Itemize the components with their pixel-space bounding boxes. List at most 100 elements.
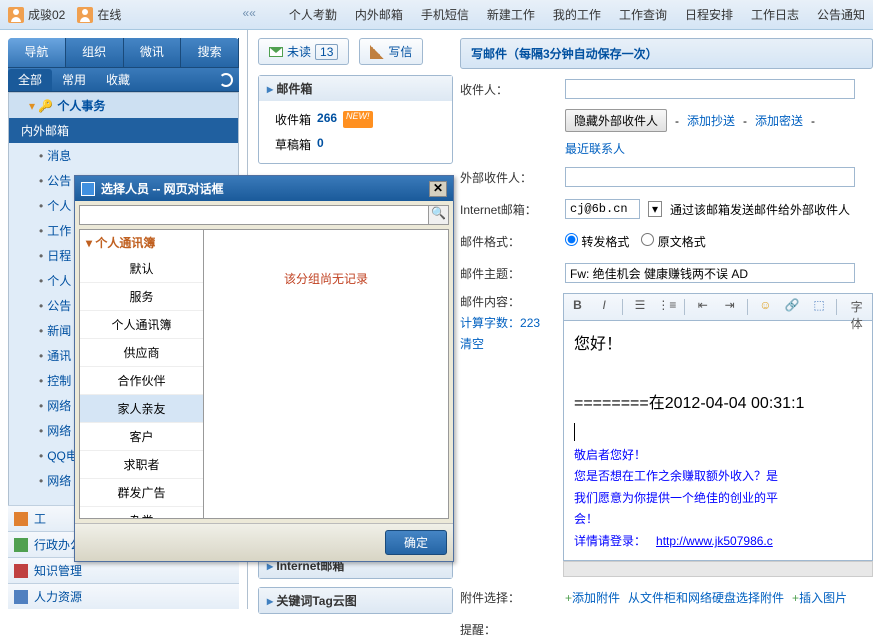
nav-schedule[interactable]: 日程安排: [685, 6, 733, 23]
dialog-titlebar[interactable]: 选择人员 -- 网页对话框 ✕: [75, 176, 453, 201]
subtab-common[interactable]: 常用: [52, 69, 96, 91]
nav-announce[interactable]: 公告通知: [817, 6, 865, 23]
tab-nav[interactable]: 导航: [8, 38, 66, 67]
unread-button[interactable]: 未读 13: [258, 38, 349, 65]
word-count-link[interactable]: 计算字数：: [460, 316, 520, 330]
label: 写信: [388, 43, 412, 60]
attachment-icon[interactable]: 🔗: [783, 298, 802, 316]
subject-label: 邮件主题：: [460, 265, 565, 282]
add-bcc-link[interactable]: 添加密送: [755, 112, 803, 129]
emoji-icon[interactable]: ☺: [756, 298, 775, 316]
dialog-search-input[interactable]: [79, 205, 429, 225]
tag-cloud-header[interactable]: 关键词Tag云图: [259, 588, 452, 613]
outdent-icon[interactable]: ⇤: [693, 298, 712, 316]
label: 草稿箱: [275, 136, 311, 153]
insert-image-link[interactable]: +插入图片: [792, 589, 847, 606]
dialog-group-list[interactable]: 个人通讯簿 默认服务个人通讯簿供应商合作伙伴家人亲友客户求职者群发广告杂类: [79, 229, 204, 519]
group-item[interactable]: 求职者: [80, 451, 203, 479]
cabinet-link[interactable]: 从文件柜和网络硬盘选择附件: [628, 589, 784, 606]
avatar-icon: [77, 7, 93, 23]
draft-row[interactable]: 草稿箱 0: [259, 132, 452, 157]
internet-mail-input[interactable]: [565, 199, 640, 219]
nav-collapse-icon[interactable]: ««: [243, 6, 256, 23]
content-label: 邮件内容： 计算字数：223 清空: [460, 293, 563, 352]
hide-external-button[interactable]: 隐藏外部收件人: [565, 109, 667, 132]
font-button[interactable]: 字体: [845, 298, 868, 316]
contacts-header[interactable]: 个人通讯簿: [80, 230, 203, 255]
add-attachment-link[interactable]: +添加附件: [565, 589, 620, 606]
numbered-list-icon[interactable]: ⋮≡: [657, 298, 676, 316]
top-bar: 成骏02 在线 «« 个人考勤 内外邮箱 手机短信 新建工作 我的工作 工作查询…: [0, 0, 873, 30]
tab-weixun[interactable]: 微讯: [124, 38, 182, 67]
top-nav: «« 个人考勤 内外邮箱 手机短信 新建工作 我的工作 工作查询 日程安排 工作…: [243, 6, 866, 23]
nav-mail[interactable]: 内外邮箱: [355, 6, 403, 23]
folder-icon: [14, 538, 28, 552]
body-link[interactable]: http://www.jk507986.c: [656, 534, 773, 548]
bottom-item-hr[interactable]: 人力资源: [8, 583, 239, 609]
format-label: 邮件格式：: [460, 233, 565, 250]
internet-mail-label: Internet邮箱：: [460, 201, 565, 218]
group-item[interactable]: 群发广告: [80, 479, 203, 507]
ext-to-input[interactable]: [565, 167, 855, 187]
recent-contacts-link[interactable]: 最近联系人: [565, 140, 625, 157]
format-original-radio[interactable]: 原文格式: [641, 233, 705, 250]
inbox-row[interactable]: 收件箱 266 NEW!: [259, 107, 452, 132]
refresh-icon[interactable]: [219, 73, 233, 87]
list-icon[interactable]: ☰: [631, 298, 650, 316]
tab-search[interactable]: 搜索: [181, 38, 239, 67]
select-person-dialog: 选择人员 -- 网页对话框 ✕ 🔍 个人通讯簿 默认服务个人通讯簿供应商合作伙伴…: [74, 175, 454, 562]
nav-worklog[interactable]: 工作日志: [751, 6, 799, 23]
to-label: 收件人：: [460, 81, 565, 98]
close-icon[interactable]: ✕: [429, 181, 447, 197]
tab-org[interactable]: 组织: [66, 38, 124, 67]
to-input[interactable]: [565, 79, 855, 99]
mail-icon: [269, 47, 283, 57]
attach-label: 附件选择：: [460, 589, 565, 606]
group-item[interactable]: 个人通讯簿: [80, 311, 203, 339]
format-forward-radio[interactable]: 转发格式: [565, 233, 629, 250]
italic-icon[interactable]: I: [595, 298, 614, 316]
nav-my-work[interactable]: 我的工作: [553, 6, 601, 23]
body-greeting: 您好！: [574, 331, 862, 360]
ok-button[interactable]: 确定: [385, 530, 447, 555]
compose-button[interactable]: 写信: [359, 38, 423, 65]
nav-work-query[interactable]: 工作查询: [619, 6, 667, 23]
editor-body[interactable]: 您好！ ========在2012-04-04 00:31:1 敬启者您好！ 您…: [563, 321, 873, 561]
group-item[interactable]: 家人亲友: [80, 395, 203, 423]
new-badge: NEW!: [343, 111, 373, 128]
user-info-2[interactable]: 在线: [77, 6, 121, 23]
dropdown-icon[interactable]: ▾: [648, 201, 662, 217]
indent-icon[interactable]: ⇥: [720, 298, 739, 316]
section-label: 个人事务: [57, 97, 105, 114]
add-cc-link[interactable]: 添加抄送: [687, 112, 735, 129]
group-item[interactable]: 杂类: [80, 507, 203, 519]
subtab-fav[interactable]: 收藏: [96, 69, 140, 91]
subtab-all[interactable]: 全部: [8, 69, 52, 91]
group-item[interactable]: 供应商: [80, 339, 203, 367]
group-item[interactable]: 服务: [80, 283, 203, 311]
group-item[interactable]: 默认: [80, 255, 203, 283]
horizontal-scrollbar[interactable]: [563, 561, 873, 577]
mailbox-header[interactable]: 邮件箱: [259, 76, 452, 101]
clear-link[interactable]: 清空: [460, 337, 484, 351]
group-item[interactable]: 客户: [80, 423, 203, 451]
bold-icon[interactable]: B: [568, 298, 587, 316]
tree-item-mail[interactable]: 内外邮箱: [9, 118, 238, 143]
tree-item[interactable]: • 消息: [9, 143, 238, 168]
pen-icon: [370, 45, 384, 59]
tree-section-personal[interactable]: ▾ 🔑 个人事务: [9, 93, 238, 118]
group-item[interactable]: 合作伙伴: [80, 367, 203, 395]
subject-input[interactable]: [565, 263, 855, 283]
folder-icon: [14, 590, 28, 604]
nav-sms[interactable]: 手机短信: [421, 6, 469, 23]
compose-panel: 写邮件（每隔3分钟自动保存一次） 收件人： 隐藏外部收件人 -添加抄送 -添加密…: [460, 38, 873, 609]
nav-new-work[interactable]: 新建工作: [487, 6, 535, 23]
nav-attendance[interactable]: 个人考勤: [289, 6, 337, 23]
user-info-1[interactable]: 成骏02: [8, 6, 65, 23]
editor-toolbar: B I ☰ ⋮≡ ⇤ ⇥ ☺ 🔗 ⬚ 字体: [563, 293, 873, 321]
word-count-value: 223: [520, 316, 540, 330]
image-icon[interactable]: ⬚: [810, 298, 829, 316]
folder-icon: [14, 512, 28, 526]
hint-text: 通过该邮箱发送邮件给外部收件人: [670, 201, 850, 218]
search-icon[interactable]: 🔍: [429, 205, 449, 225]
